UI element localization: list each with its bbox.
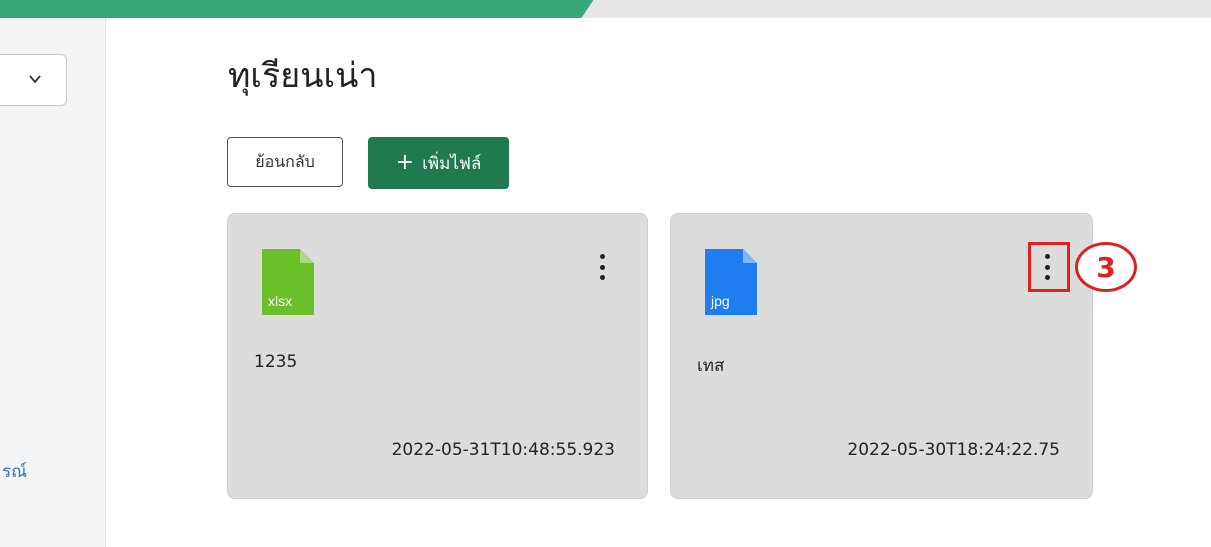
sidebar-link[interactable]: รณ์ (2, 458, 27, 485)
sidebar: รณ์ (0, 18, 106, 547)
file-name: 1235 (254, 352, 298, 372)
annotation-step-badge: 3 (1075, 242, 1137, 292)
file-name: เทส (697, 356, 725, 376)
add-file-label: เพิ่มไฟล์ (422, 153, 482, 174)
file-date: 2022-05-31T10:48:55.923 (391, 440, 615, 460)
file-date: 2022-05-30T18:24:22.75 (847, 440, 1060, 460)
plus-icon: + (395, 150, 415, 175)
page-title: ทุเรียนเน่า (228, 56, 378, 96)
more-options-icon[interactable] (592, 252, 612, 282)
jpg-file-icon: jpg (705, 249, 757, 315)
file-type-label: jpg (710, 293, 730, 309)
file-type-label: xlsx (268, 293, 292, 309)
add-file-button[interactable]: + เพิ่มไฟล์ (368, 137, 509, 189)
chevron-down-icon (29, 75, 41, 84)
sidebar-dropdown[interactable] (0, 54, 67, 106)
header-progress-bar (0, 0, 1211, 18)
back-button[interactable]: ย้อนกลับ (227, 137, 343, 187)
progress-fill (0, 0, 594, 18)
annotation-highlight-box (1028, 242, 1070, 292)
xlsx-file-icon: xlsx (262, 249, 314, 315)
file-card[interactable]: xlsx 1235 2022-05-31T10:48:55.923 (227, 213, 648, 499)
